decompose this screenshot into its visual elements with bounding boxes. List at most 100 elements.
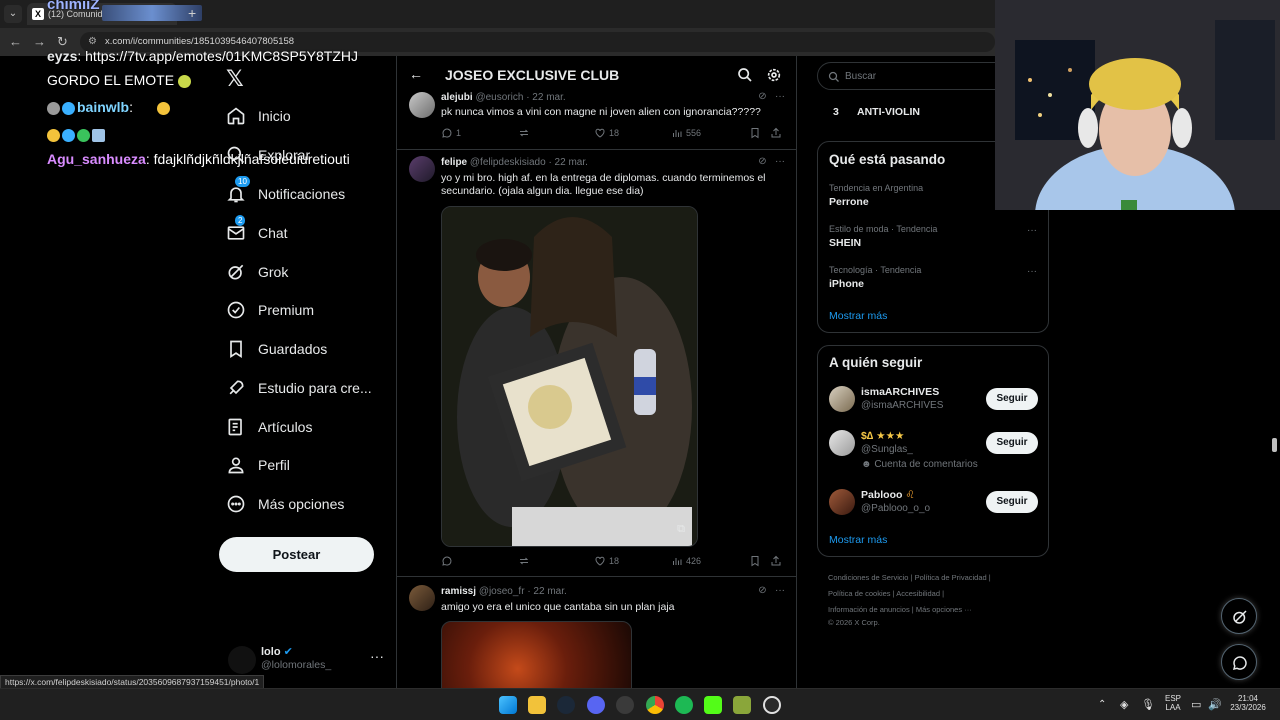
- bookmark-button[interactable]: [749, 555, 764, 567]
- trend-item[interactable]: iPhone: [829, 278, 864, 290]
- post-handle: @eusorich: [475, 92, 524, 103]
- share-button[interactable]: [770, 127, 785, 139]
- share-button[interactable]: [770, 555, 785, 567]
- account-switcher[interactable]: lolo ✔ @lolomorales_ ···: [228, 642, 388, 678]
- post-text: amigo yo era el unico que cantaba sin un…: [441, 601, 675, 613]
- volume-icon[interactable]: 🔊: [1208, 698, 1222, 711]
- post-date: · 22 mar.: [526, 92, 566, 103]
- sidebar-item-estudio[interactable]: Estudio para cre...: [226, 373, 372, 403]
- back-arrow-icon[interactable]: ←: [409, 66, 423, 82]
- trend-item[interactable]: SHEIN: [829, 237, 861, 249]
- pinned-community-item[interactable]: 3 ANTI-VIOLIN: [817, 98, 995, 126]
- avatar[interactable]: [409, 585, 435, 611]
- chat-line: chimiiZ: [47, 0, 100, 13]
- clock[interactable]: 21:04 23/3/2026: [1226, 694, 1270, 712]
- more-icon[interactable]: ···: [775, 585, 785, 596]
- start-icon[interactable]: [499, 696, 517, 714]
- post[interactable]: alejubi @eusorich · 22 mar. ⊘ ··· pk nun…: [397, 86, 796, 150]
- reply-button[interactable]: [441, 555, 456, 567]
- post[interactable]: felipe @felipdeskisiado · 22 mar. ⊘ ··· …: [397, 150, 796, 577]
- follow-name[interactable]: $∆ ★★★: [861, 430, 904, 442]
- x-logo-icon[interactable]: 𝕏: [226, 66, 244, 92]
- follow-name[interactable]: Pablooo ♌: [861, 489, 915, 501]
- views-button[interactable]: 426: [671, 555, 701, 567]
- more-icon[interactable]: ···: [1027, 225, 1037, 236]
- follow-button[interactable]: Seguir: [986, 388, 1038, 410]
- post[interactable]: ramissj @joseo_fr · 22 mar. ⊘ ··· amigo …: [397, 577, 796, 688]
- sidebar-item-articulos[interactable]: Artículos: [226, 412, 312, 442]
- scrollbar-thumb[interactable]: [1272, 438, 1277, 452]
- spotify-icon[interactable]: [675, 696, 693, 714]
- file-explorer-icon[interactable]: [528, 696, 546, 714]
- show-more-link[interactable]: Mostrar más: [829, 310, 887, 322]
- grok-fab-button[interactable]: [1221, 598, 1257, 634]
- search-icon[interactable]: [737, 67, 753, 83]
- post-photo[interactable]: [441, 621, 632, 688]
- microphone-icon[interactable]: 🎙: [1141, 698, 1155, 711]
- views-icon: [673, 558, 682, 565]
- copyright: © 2026 X Corp.: [828, 618, 880, 627]
- sidebar-item-perfil[interactable]: Perfil: [226, 450, 290, 480]
- reply-button[interactable]: 1: [441, 127, 461, 139]
- footer-links[interactable]: Condiciones de Servicio | Política de Pr…: [828, 573, 991, 582]
- post-actions: 1 18 556: [441, 127, 786, 141]
- more-icon[interactable]: ···: [775, 156, 785, 167]
- kick-icon[interactable]: [704, 696, 722, 714]
- sidebar-item-explorar[interactable]: Explorar: [226, 140, 310, 170]
- follow-handle: @ismaARCHIVES: [861, 400, 944, 411]
- avatar[interactable]: [409, 156, 435, 182]
- sidebar-item-chat[interactable]: 2 Chat: [226, 215, 288, 248]
- repost-button[interactable]: [518, 127, 533, 139]
- sidebar-item-notificaciones[interactable]: 10 Notificaciones: [226, 176, 345, 209]
- gear-icon[interactable]: [766, 67, 782, 83]
- grok-icon[interactable]: ⊘: [758, 91, 766, 102]
- site-info-icon[interactable]: ⚙: [88, 36, 97, 47]
- browser-app-icon[interactable]: [763, 696, 781, 714]
- network-icon[interactable]: ▭: [1191, 698, 1201, 711]
- follow-name[interactable]: ismaARCHIVES: [861, 386, 939, 398]
- game-app-icon[interactable]: [733, 696, 751, 714]
- post-button[interactable]: Postear: [219, 537, 374, 572]
- bookmark-button[interactable]: [749, 127, 764, 139]
- trend-item[interactable]: Perrone: [829, 196, 869, 208]
- post-photo[interactable]: ⧉: [441, 206, 698, 547]
- chrome-icon[interactable]: [646, 696, 664, 714]
- show-more-link[interactable]: Mostrar más: [829, 534, 887, 546]
- image-options-icon[interactable]: ⧉: [677, 523, 685, 536]
- like-button[interactable]: 18: [594, 555, 619, 567]
- follow-button[interactable]: Seguir: [986, 491, 1038, 513]
- discord-icon[interactable]: [587, 696, 605, 714]
- views-button[interactable]: 556: [671, 127, 701, 139]
- grok-icon[interactable]: ⊘: [758, 156, 766, 167]
- notification-badge: 10: [235, 176, 250, 187]
- input-language[interactable]: ESP LAA: [1163, 694, 1183, 712]
- grok-icon[interactable]: ⊘: [758, 585, 766, 596]
- more-icon[interactable]: ···: [1027, 266, 1037, 277]
- tab-search-button[interactable]: ⌄: [4, 5, 22, 23]
- sidebar-item-mas-opciones[interactable]: Más opciones: [226, 489, 344, 519]
- tray-app-icon[interactable]: ◈: [1120, 698, 1128, 711]
- sidebar-item-premium[interactable]: Premium: [226, 295, 314, 325]
- avatar[interactable]: [829, 430, 855, 456]
- avatar[interactable]: [409, 92, 435, 118]
- new-tab-button[interactable]: +: [188, 5, 196, 21]
- more-icon[interactable]: ···: [775, 91, 785, 102]
- obs-icon[interactable]: [616, 696, 634, 714]
- avatar[interactable]: [829, 386, 855, 412]
- footer-links[interactable]: Información de anuncios | Más opciones ·…: [828, 605, 972, 614]
- sidebar-item-grok[interactable]: Grok: [226, 257, 288, 287]
- footer-links[interactable]: Política de cookies | Accesibilidad |: [828, 589, 944, 598]
- sidebar-item-guardados[interactable]: Guardados: [226, 334, 327, 364]
- more-icon[interactable]: ···: [370, 648, 384, 664]
- avatar[interactable]: [829, 489, 855, 515]
- forward-icon[interactable]: →: [33, 34, 46, 49]
- like-button[interactable]: 18: [594, 127, 619, 139]
- messages-fab-button[interactable]: [1221, 644, 1257, 680]
- tray-chevron-icon[interactable]: ⌃: [1098, 699, 1106, 710]
- back-icon[interactable]: ←: [9, 34, 22, 49]
- sidebar-item-inicio[interactable]: Inicio: [226, 101, 291, 131]
- steam-icon[interactable]: [557, 696, 575, 714]
- avatar: [228, 646, 256, 674]
- follow-button[interactable]: Seguir: [986, 432, 1038, 454]
- repost-button[interactable]: [518, 555, 533, 567]
